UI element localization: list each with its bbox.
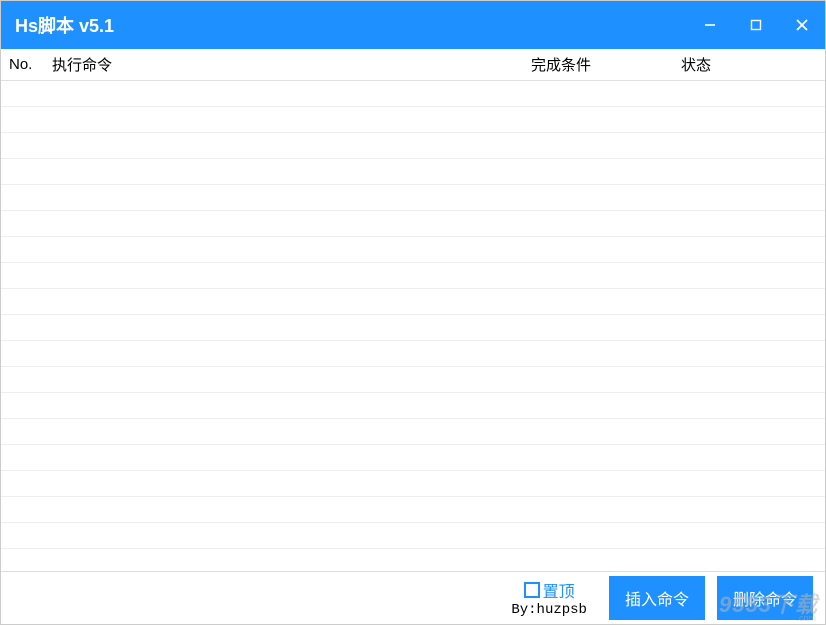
table-row[interactable] <box>1 419 825 445</box>
table-row[interactable] <box>1 367 825 393</box>
table-row[interactable] <box>1 497 825 523</box>
byline-text: By:huzpsb <box>511 602 587 618</box>
table-row[interactable] <box>1 133 825 159</box>
insert-command-button[interactable]: 插入命令 <box>609 576 705 620</box>
minimize-button[interactable] <box>687 1 733 49</box>
table-row[interactable] <box>1 185 825 211</box>
table-row[interactable] <box>1 471 825 497</box>
column-header-command[interactable]: 执行命令 <box>46 54 525 75</box>
table-row[interactable] <box>1 393 825 419</box>
checkbox-area: 置顶 By:huzpsb <box>511 578 587 618</box>
table-row[interactable] <box>1 289 825 315</box>
delete-command-button[interactable]: 删除命令 <box>717 576 813 620</box>
column-header-status[interactable]: 状态 <box>675 54 825 75</box>
table-row[interactable] <box>1 341 825 367</box>
table-row[interactable] <box>1 263 825 289</box>
close-button[interactable] <box>779 1 825 49</box>
maximize-button[interactable] <box>733 1 779 49</box>
titlebar[interactable]: Hs脚本 v5.1 <box>1 1 825 49</box>
table-row[interactable] <box>1 315 825 341</box>
app-window: Hs脚本 v5.1 No. 执 <box>0 0 826 625</box>
column-header-condition[interactable]: 完成条件 <box>525 54 675 75</box>
pin-top-label: 置顶 <box>543 578 575 602</box>
maximize-icon <box>749 18 763 32</box>
table-row[interactable] <box>1 107 825 133</box>
window-controls <box>687 1 825 49</box>
table-row[interactable] <box>1 159 825 185</box>
close-icon <box>795 18 809 32</box>
minimize-icon <box>703 18 717 32</box>
table-row[interactable] <box>1 523 825 549</box>
table-row[interactable] <box>1 81 825 107</box>
table-header: No. 执行命令 完成条件 状态 <box>1 49 825 81</box>
checkbox-box-icon <box>524 582 540 598</box>
content-area: No. 执行命令 完成条件 状态 <box>1 49 825 624</box>
command-table[interactable]: No. 执行命令 完成条件 状态 <box>1 49 825 572</box>
column-header-no[interactable]: No. <box>1 56 46 73</box>
bottom-toolbar: 置顶 By:huzpsb 插入命令 删除命令 <box>1 572 825 624</box>
table-row[interactable] <box>1 445 825 471</box>
pin-top-checkbox[interactable]: 置顶 <box>524 578 575 602</box>
table-body[interactable] <box>1 81 825 571</box>
window-title: Hs脚本 v5.1 <box>15 12 114 38</box>
table-row[interactable] <box>1 237 825 263</box>
table-row[interactable] <box>1 211 825 237</box>
